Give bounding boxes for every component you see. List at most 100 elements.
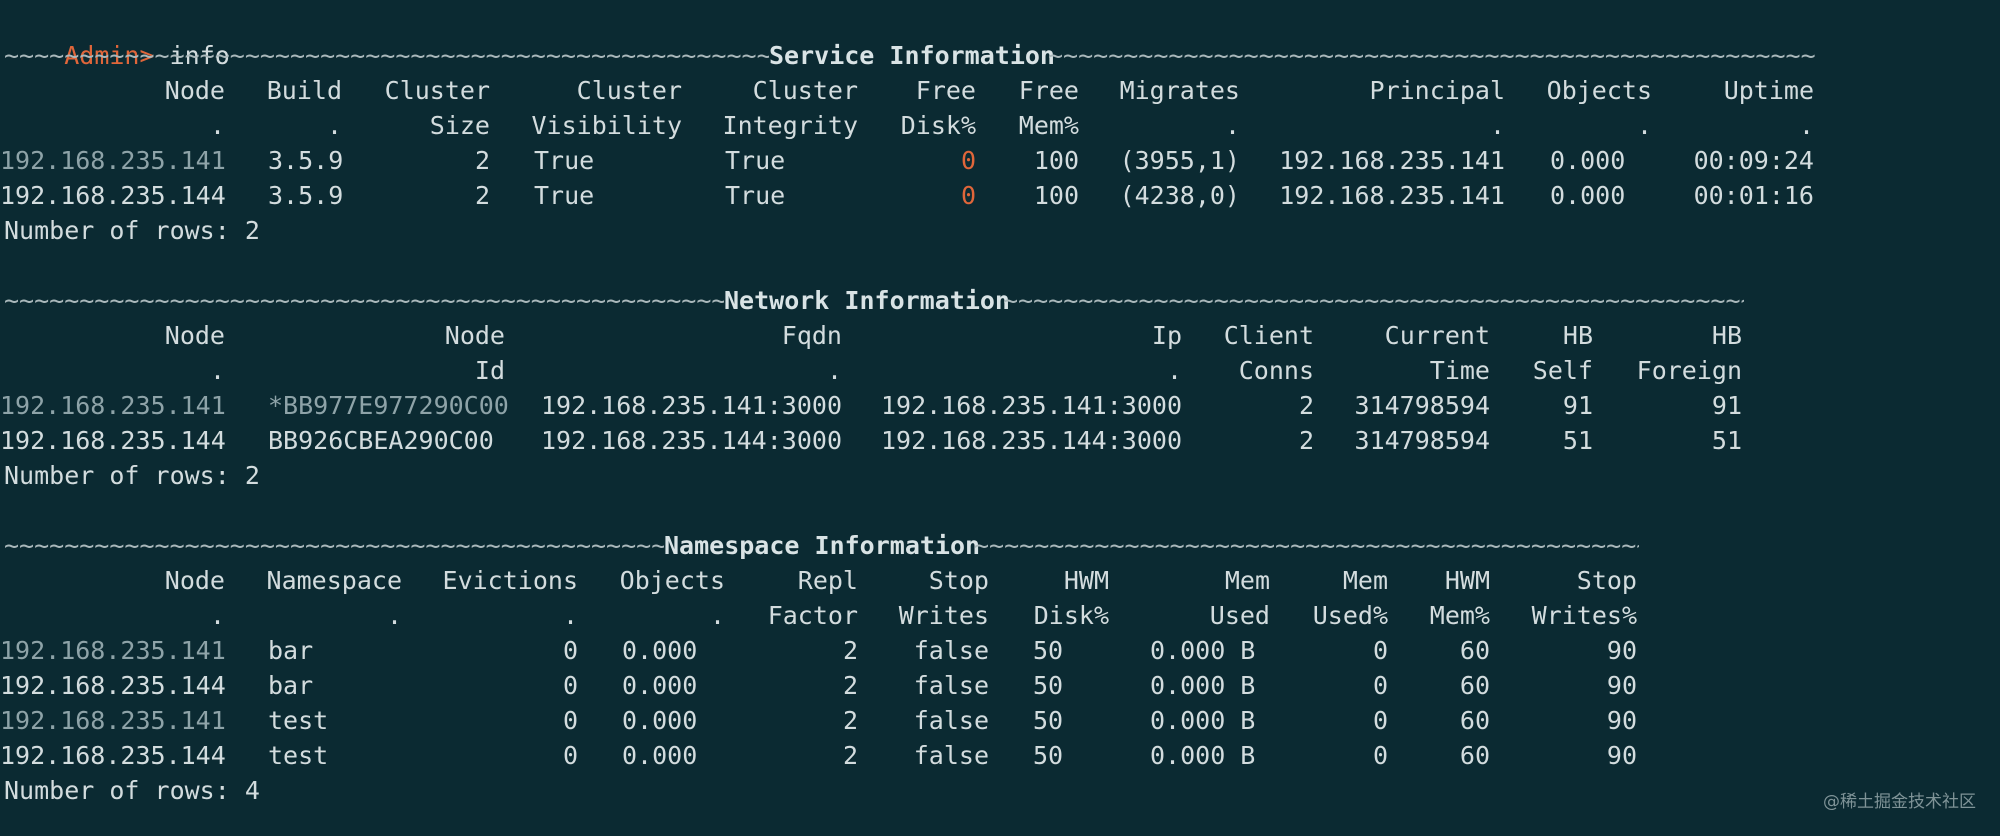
column-header: Self	[1532, 356, 1593, 385]
column-header: .	[209, 111, 225, 140]
service-section-header: ~~~~~~~~~~~~~~~~~~~~~~~~~~~~~~~~~~~~~~~~…	[4, 38, 1816, 73]
repl-factor-cell: 2	[842, 741, 858, 770]
table-header-row: Node Build Cluster Cluster Cluster Free …	[0, 73, 1820, 108]
column-header: Size	[429, 111, 490, 140]
hb-foreign-cell: 91	[1711, 391, 1742, 420]
hwm-disk-cell: 50	[1033, 636, 1064, 665]
stop-writes-cell: false	[913, 741, 989, 770]
column-header: .	[386, 601, 402, 630]
column-header: Foreign	[1636, 356, 1742, 385]
column-header: Uptime	[1723, 76, 1814, 105]
column-header: Factor	[767, 601, 858, 630]
ip-cell: 192.168.235.141:3000	[880, 391, 1182, 420]
node-id-cell: *BB977E977290C00	[268, 391, 509, 420]
column-header: Stop	[1576, 566, 1637, 595]
column-header: HB	[1711, 321, 1742, 350]
table-row: 192.168.235.144 BB926CBEA290C00 192.168.…	[0, 423, 1750, 458]
column-header: Mem	[1224, 566, 1270, 595]
hwm-mem-cell: 60	[1459, 671, 1490, 700]
stop-writes-pct-cell: 90	[1606, 706, 1637, 735]
column-header: .	[1798, 111, 1814, 140]
free-mem-cell: 100	[1033, 146, 1079, 175]
mem-used-cell: 0.000 B	[1150, 671, 1256, 700]
column-header: Conns	[1238, 356, 1314, 385]
uptime-cell: 00:09:24	[1693, 146, 1814, 175]
ip-cell: 192.168.235.144:3000	[880, 426, 1182, 455]
column-header: Node	[164, 566, 225, 595]
column-header: Visibility	[531, 111, 682, 140]
hwm-mem-cell: 60	[1459, 741, 1490, 770]
separator-tildes: ~~~~~~~~~~~~~~~~~~~~~~~~~~~~~~~~~~~~~~~~…	[1048, 41, 1816, 70]
hwm-disk-cell: 50	[1033, 671, 1064, 700]
principal-cell: 192.168.235.141	[1279, 181, 1505, 210]
separator-tildes: ~~~~~~~~~~~~~~~~~~~~~~~~~~~~~~~~~~~~~~~~…	[4, 531, 664, 560]
fqdn-cell: 192.168.235.141:3000	[540, 391, 842, 420]
column-header: Repl	[797, 566, 858, 595]
column-header: Disk%	[900, 111, 976, 140]
table-row: 192.168.235.141 3.5.9 2 True True 0 100 …	[0, 143, 1820, 178]
mem-used-pct-cell: 0	[1372, 741, 1388, 770]
column-header: Writes%	[1531, 601, 1637, 630]
node-cell: 192.168.235.141	[0, 706, 226, 735]
cluster-integrity-cell: True	[725, 181, 786, 210]
column-header: Free	[915, 76, 976, 105]
column-header: Writes	[898, 601, 989, 630]
watermark: @稀土掘金技术社区	[1823, 792, 1976, 812]
column-header: .	[209, 356, 225, 385]
column-header: .	[826, 356, 842, 385]
terminal-window[interactable]: Admin> info ~~~~~~~~~~~~~~~~~~~~~~~~~~~~…	[0, 0, 2000, 836]
separator-tildes: ~~~~~~~~~~~~~~~~~~~~~~~~~~~~~~~~~~~~~~~~…	[974, 531, 1639, 560]
fqdn-cell: 192.168.235.144:3000	[540, 426, 842, 455]
namespace-cell: test	[268, 741, 329, 770]
column-header: .	[1636, 111, 1652, 140]
current-time-cell: 314798594	[1354, 426, 1490, 455]
migrates-cell: (4238,0)	[1119, 181, 1240, 210]
repl-factor-cell: 2	[842, 706, 858, 735]
namespace-cell: bar	[268, 636, 314, 665]
row-count: Number of rows: 4	[4, 776, 260, 805]
table-row: 192.168.235.141 bar 0 0.000 2 false 50 0…	[0, 633, 1650, 668]
section-title: Service Information	[769, 41, 1055, 70]
column-header: Migrates	[1119, 76, 1240, 105]
column-header: .	[209, 601, 225, 630]
column-header: Stop	[928, 566, 989, 595]
section-title: Network Information	[724, 286, 1010, 315]
stop-writes-cell: false	[913, 636, 989, 665]
column-header: .	[326, 111, 342, 140]
hwm-disk-cell: 50	[1033, 706, 1064, 735]
free-disk-cell: 0	[960, 146, 976, 175]
column-header: Mem	[1342, 566, 1388, 595]
column-header: Objects	[1546, 76, 1652, 105]
node-cell: 192.168.235.141	[0, 146, 226, 175]
table-header-row: . . Size Visibility Integrity Disk% Mem%…	[0, 108, 1820, 143]
column-header: Mem%	[1018, 111, 1079, 140]
column-header: Mem%	[1429, 601, 1490, 630]
node-cell: 192.168.235.144	[0, 181, 226, 210]
namespace-section-header: ~~~~~~~~~~~~~~~~~~~~~~~~~~~~~~~~~~~~~~~~…	[4, 528, 1639, 563]
objects-cell: 0.000	[622, 741, 698, 770]
free-mem-cell: 100	[1033, 181, 1079, 210]
node-cell: 192.168.235.141	[0, 391, 226, 420]
hwm-disk-cell: 50	[1033, 741, 1064, 770]
column-header: Node	[444, 321, 505, 350]
hb-self-cell: 51	[1562, 426, 1593, 455]
section-title: Namespace Information	[664, 531, 981, 560]
table-row: 192.168.235.141 test 0 0.000 2 false 50 …	[0, 703, 1650, 738]
objects-cell: 0.000	[622, 671, 698, 700]
table-header-row: Node Node Fqdn Ip Client Current HB HB	[0, 318, 1750, 353]
column-header: Fqdn	[781, 321, 842, 350]
stop-writes-cell: false	[913, 706, 989, 735]
objects-cell: 0.000	[1550, 146, 1626, 175]
mem-used-pct-cell: 0	[1372, 671, 1388, 700]
column-header: Cluster	[384, 76, 490, 105]
row-count: Number of rows: 2	[4, 216, 260, 245]
column-header: .	[1166, 356, 1182, 385]
column-header: .	[1224, 111, 1240, 140]
column-header: Current	[1384, 321, 1490, 350]
column-header: HWM	[1063, 566, 1109, 595]
stop-writes-pct-cell: 90	[1606, 671, 1637, 700]
column-header: HWM	[1444, 566, 1490, 595]
cluster-size-cell: 2	[474, 181, 490, 210]
column-header: HB	[1562, 321, 1593, 350]
column-header: Disk%	[1033, 601, 1109, 630]
